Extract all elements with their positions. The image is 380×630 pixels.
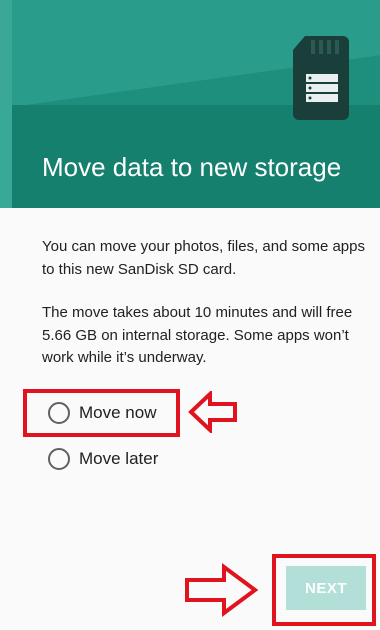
- annotation-arrow-right-icon: [185, 563, 258, 617]
- annotation-arrow-left-icon: [188, 391, 237, 433]
- annotation-highlight-move-now: [23, 389, 180, 437]
- move-later-option[interactable]: Move later: [48, 446, 158, 472]
- page-title: Move data to new storage: [42, 152, 342, 182]
- move-later-label: Move later: [79, 449, 159, 468]
- description-paragraph: You can move your photos, files, and som…: [42, 238, 365, 278]
- sd-card-icon: [293, 36, 349, 120]
- move-info-paragraph: The move takes about 10 minutes and will…: [42, 304, 353, 366]
- annotation-highlight-next: [272, 554, 376, 626]
- header-banner: Move data to new storage: [0, 0, 380, 208]
- radio-button-icon[interactable]: [48, 448, 70, 470]
- header-left-stripe: [0, 0, 12, 208]
